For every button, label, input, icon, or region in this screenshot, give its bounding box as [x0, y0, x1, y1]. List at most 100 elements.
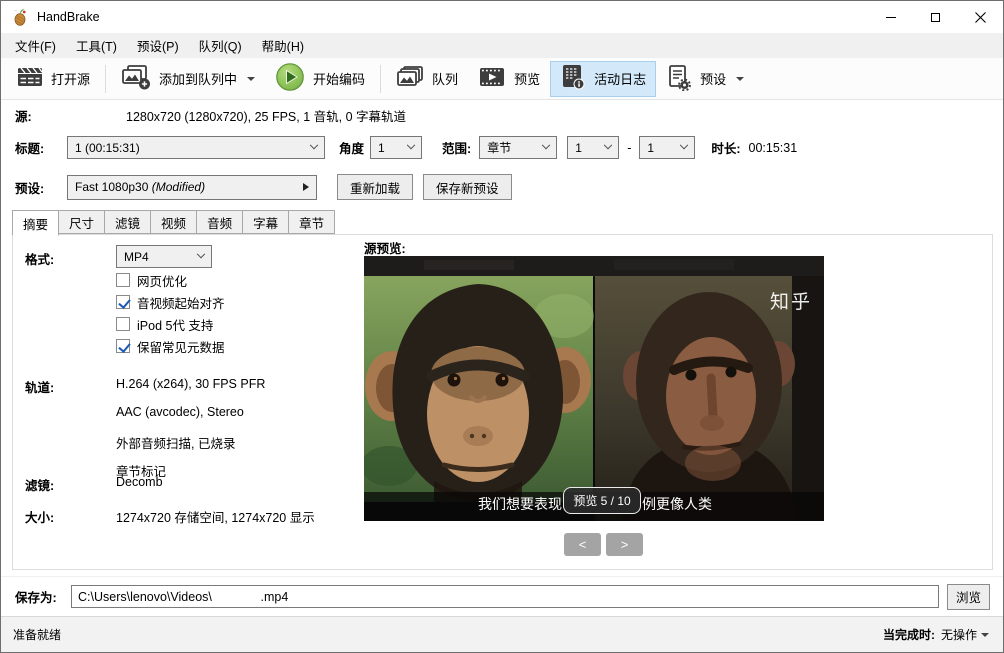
- tab-chapters[interactable]: 章节: [288, 210, 335, 234]
- track-line: 外部音频扫描, 已烧录: [116, 433, 235, 452]
- chevron-down-icon: [310, 140, 318, 148]
- browse-button[interactable]: 浏览: [947, 584, 990, 610]
- tab-filters[interactable]: 滤镜: [104, 210, 151, 234]
- start-encode-label: 开始编码: [313, 69, 365, 88]
- open-source-button[interactable]: 打开源: [7, 61, 100, 97]
- range-label: 范围:: [442, 138, 471, 157]
- checkbox-web-optimized[interactable]: 网页优化: [116, 271, 187, 289]
- source-row: 源: 1280x720 (1280x720), 25 FPS, 1 音轨, 0 …: [1, 100, 1003, 130]
- angle-select[interactable]: 1: [370, 136, 422, 159]
- chevron-down-icon: [736, 77, 744, 81]
- range-from-select[interactable]: 1: [567, 136, 619, 159]
- menu-presets[interactable]: 预设(P): [127, 32, 189, 59]
- tab-subtitles[interactable]: 字幕: [242, 210, 289, 234]
- checkbox-box[interactable]: [116, 295, 130, 309]
- activity-log-icon: [560, 64, 586, 93]
- chevron-down-icon: [197, 249, 205, 257]
- start-encode-button[interactable]: 开始编码: [265, 61, 375, 97]
- chevron-down-icon: [604, 140, 612, 148]
- range-type-value: 章节: [487, 139, 511, 156]
- add-to-queue-label: 添加到队列中: [159, 69, 237, 88]
- format-select-value: MP4: [124, 250, 149, 264]
- green-play-icon: [275, 62, 305, 95]
- duration-value: 00:15:31: [749, 141, 798, 155]
- tracks-label: 轨道:: [25, 377, 54, 396]
- when-done-dropdown[interactable]: 无操作: [941, 626, 989, 643]
- title-row: 标题: 1 (00:15:31) 角度 1 范围: 章节 1 - 1 时长: 0…: [1, 130, 1003, 165]
- source-preview-image: 我们想要表现 例更像人类 知乎 预览 5 / 10: [364, 256, 824, 521]
- statusbar: 准备就绪 当完成时: 无操作: [1, 616, 1003, 652]
- format-select[interactable]: MP4: [116, 245, 212, 268]
- checkbox-av-align[interactable]: 音视频起始对齐: [116, 293, 225, 311]
- save-as-label: 保存为:: [15, 587, 71, 606]
- checkbox-box[interactable]: [116, 317, 130, 331]
- burned-subtitle-right: 例更像人类: [642, 496, 712, 512]
- left-chimp-photo: [364, 276, 594, 502]
- maximize-button[interactable]: [913, 2, 958, 33]
- chevron-down-icon: [407, 140, 415, 148]
- tab-audio[interactable]: 音频: [196, 210, 243, 234]
- chevron-down-icon: [680, 140, 688, 148]
- presets-button[interactable]: 预设: [656, 61, 754, 97]
- chevron-down-icon: [247, 77, 255, 81]
- menu-tools[interactable]: 工具(T): [66, 32, 127, 59]
- checkbox-ipod-support[interactable]: iPod 5代 支持: [116, 315, 213, 333]
- chevron-down-icon: [981, 633, 989, 637]
- checkbox-keep-metadata[interactable]: 保留常见元数据: [116, 337, 225, 355]
- preset-modified-flag: (Modified): [152, 180, 205, 194]
- menu-queue[interactable]: 队列(Q): [189, 32, 252, 59]
- checkbox-box[interactable]: [116, 273, 130, 287]
- checkbox-label: iPod 5代 支持: [137, 315, 213, 334]
- title-label: 标题:: [15, 138, 67, 157]
- save-row: 保存为: 浏览: [1, 576, 1003, 616]
- status-text: 准备就绪: [13, 626, 883, 643]
- preset-select[interactable]: Fast 1080p30 (Modified): [67, 175, 317, 200]
- range-to-select[interactable]: 1: [639, 136, 695, 159]
- checkbox-label: 音视频起始对齐: [137, 293, 225, 312]
- preview-prev-button[interactable]: <: [564, 533, 601, 556]
- tab-content-area: 摘要 尺寸 滤镜 视频 音频 字幕 章节 格式: MP4 网页优化 音视频起始对…: [1, 209, 1003, 576]
- activity-log-label: 活动日志: [594, 69, 646, 88]
- preview-next-button[interactable]: >: [606, 533, 643, 556]
- save-new-preset-button[interactable]: 保存新预设: [423, 174, 512, 200]
- menu-file[interactable]: 文件(F): [5, 32, 66, 59]
- preview-button[interactable]: 预览: [468, 61, 550, 97]
- checkbox-box[interactable]: [116, 339, 130, 353]
- add-to-queue-button[interactable]: 添加到队列中: [111, 61, 265, 97]
- burned-subtitle-left: 我们想要表现: [478, 496, 562, 512]
- titlebar: HandBrake: [1, 1, 1003, 33]
- filters-value: Decomb: [116, 475, 163, 489]
- save-path-input[interactable]: [71, 585, 939, 608]
- angle-select-value: 1: [378, 141, 385, 155]
- angle-label: 角度: [339, 138, 364, 157]
- window-title: HandBrake: [37, 10, 868, 24]
- checkbox-label: 保留常见元数据: [137, 337, 225, 356]
- queue-button[interactable]: 队列: [386, 61, 468, 97]
- reload-preset-button[interactable]: 重新加载: [337, 174, 413, 200]
- filters-label: 滤镜:: [25, 475, 54, 494]
- size-label: 大小:: [25, 507, 54, 526]
- format-label: 格式:: [25, 249, 54, 268]
- title-select-value: 1 (00:15:31): [75, 141, 140, 155]
- duration-label: 时长:: [711, 138, 740, 157]
- handbrake-window: HandBrake 文件(F) 工具(T) 预设(P) 队列(Q) 帮助(H) …: [0, 0, 1004, 653]
- open-source-label: 打开源: [51, 69, 90, 88]
- size-value: 1274x720 存储空间, 1274x720 显示: [116, 507, 315, 526]
- checkbox-label: 网页优化: [137, 271, 187, 290]
- range-from-value: 1: [575, 141, 582, 155]
- photo-stack-plus-icon: [121, 64, 151, 93]
- title-select[interactable]: 1 (00:15:31): [67, 136, 325, 159]
- when-done-label: 当完成时:: [883, 626, 935, 643]
- tab-dimensions[interactable]: 尺寸: [58, 210, 105, 234]
- presets-toolbar-label: 预设: [700, 69, 726, 88]
- tab-video[interactable]: 视频: [150, 210, 197, 234]
- activity-log-button[interactable]: 活动日志: [550, 61, 656, 97]
- handbrake-logo-icon: [11, 8, 29, 26]
- menu-help[interactable]: 帮助(H): [252, 32, 314, 59]
- preview-counter-tooltip: 预览 5 / 10: [563, 487, 641, 514]
- range-type-select[interactable]: 章节: [479, 136, 557, 159]
- close-button[interactable]: [958, 2, 1003, 33]
- chevron-down-icon: [542, 140, 550, 148]
- tab-summary[interactable]: 摘要: [12, 210, 59, 236]
- minimize-button[interactable]: [868, 2, 913, 33]
